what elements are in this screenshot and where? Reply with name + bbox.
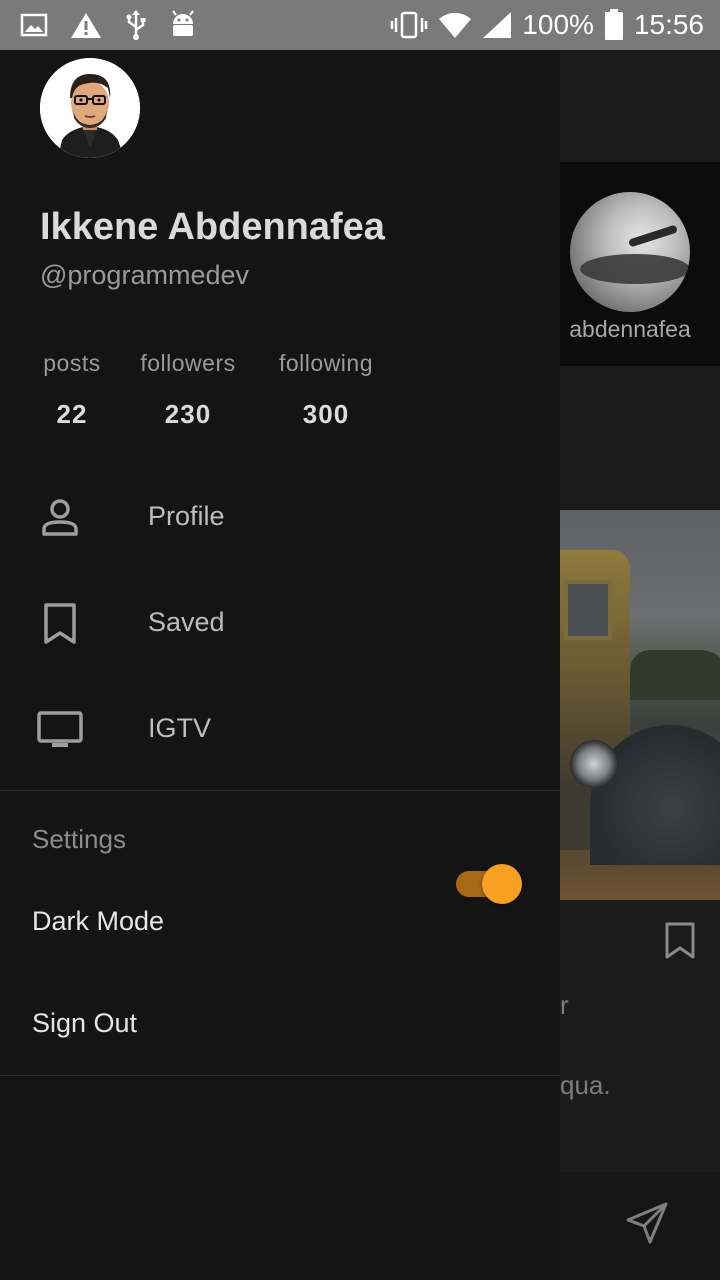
clock: 15:56 (633, 9, 704, 40)
profile-name: Ikkene Abdennafea (40, 206, 385, 248)
person-icon (42, 499, 78, 536)
status-bar-system: 100% 15:56 (390, 6, 704, 44)
divider (0, 790, 560, 791)
post-image[interactable] (560, 510, 720, 900)
menu-item-igtv[interactable]: IGTV (0, 686, 560, 776)
stat-value: 230 (164, 399, 212, 429)
toggle-thumb (482, 864, 522, 904)
stat-label: following (279, 350, 373, 376)
wifi-icon (439, 12, 472, 39)
stat-followers[interactable]: followers 230 (134, 350, 242, 430)
battery-icon (604, 9, 623, 40)
vibrate-icon (391, 11, 428, 39)
stat-label: posts (43, 350, 101, 376)
stat-label: followers (140, 350, 236, 376)
navigation-drawer: Ikkene Abdennafea @programmedev posts 22… (0, 50, 560, 1280)
story-username: abdennafea (569, 316, 691, 342)
dark-mode-label: Dark Mode (32, 906, 165, 936)
story-card[interactable]: abdennafea (560, 162, 720, 366)
stat-following[interactable]: following 300 (272, 350, 380, 430)
status-bar: 100% 15:56 (0, 0, 720, 50)
post-caption-fragment: r (560, 990, 569, 1020)
stat-value: 22 (56, 399, 88, 429)
usb-icon (126, 10, 146, 40)
stat-value: 300 (302, 399, 350, 429)
image-icon (20, 13, 48, 37)
status-bar-notifications (20, 8, 196, 42)
menu-item-label: IGTV (148, 713, 212, 743)
menu-item-profile[interactable]: Profile (0, 474, 560, 564)
sign-out-button[interactable]: Sign Out (32, 1008, 137, 1039)
menu-item-label: Saved (148, 607, 225, 637)
tv-icon (37, 711, 83, 747)
menu-item-saved[interactable]: Saved (0, 580, 560, 670)
post-caption-fragment: qua. (560, 1070, 611, 1100)
warning-icon (71, 13, 101, 38)
bookmark-icon[interactable] (664, 922, 696, 960)
story-avatar[interactable] (570, 192, 690, 312)
signal-icon (483, 12, 512, 38)
battery-percentage: 100% (522, 9, 594, 40)
menu-item-label: Profile (148, 501, 225, 531)
bookmark-icon (44, 603, 76, 644)
cartoon-portrait-icon (40, 58, 140, 158)
dark-mode-toggle[interactable] (456, 864, 522, 904)
avatar[interactable] (40, 58, 140, 158)
settings-header: Settings (32, 824, 126, 854)
divider (0, 1075, 560, 1076)
send-icon[interactable] (624, 1200, 670, 1246)
android-icon (172, 10, 194, 36)
profile-handle: @programmedev (40, 260, 249, 290)
stat-posts[interactable]: posts 22 (40, 350, 104, 430)
